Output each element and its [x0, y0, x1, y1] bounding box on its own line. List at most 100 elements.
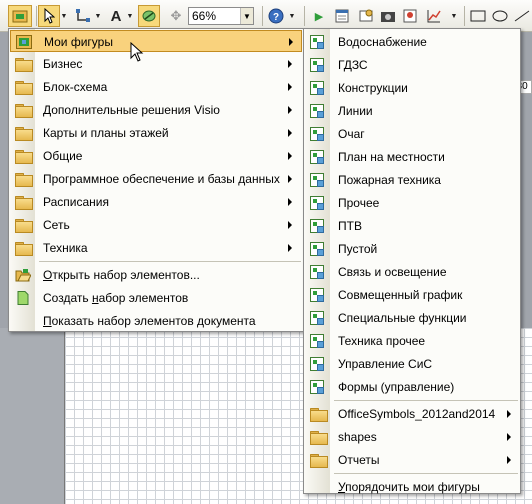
label-part: порядочить мои фигуры: [345, 480, 480, 494]
menu-item-label: Мои фигуры: [44, 35, 113, 49]
menu-item-category[interactable]: Блок-схема: [10, 76, 302, 98]
stencil-icon: [310, 127, 324, 141]
menu-item-category[interactable]: Общие: [10, 145, 302, 167]
ellipse-tool-button[interactable]: [490, 5, 510, 27]
submenu-arrow-icon: [288, 175, 292, 183]
submenu-item-organize-my-shapes[interactable]: Упорядочить мои фигуры: [305, 476, 519, 498]
submenu-item-stencil[interactable]: Формы (управление): [305, 376, 519, 398]
data-button[interactable]: [356, 5, 376, 27]
stencil-icon: [310, 219, 324, 233]
zoom-box[interactable]: 66% ▼: [188, 7, 254, 25]
menu-item-category[interactable]: Дополнительные решения Visio: [10, 99, 302, 121]
pan-button[interactable]: ✥: [166, 5, 186, 27]
ellipse-icon: [492, 10, 508, 22]
report-button[interactable]: [332, 5, 352, 27]
menu-item-label: Сеть: [43, 218, 70, 232]
menu-item-category[interactable]: Сеть: [10, 214, 302, 236]
folder-icon: [310, 454, 328, 468]
connector-dropdown[interactable]: ▼: [94, 5, 102, 27]
submenu-item-label: shapes: [338, 430, 377, 444]
menu-item-category[interactable]: Программное обеспечение и базы данных: [10, 168, 302, 190]
pointer-dropdown[interactable]: ▼: [60, 5, 68, 27]
menu-item-category[interactable]: Карты и планы этажей: [10, 122, 302, 144]
submenu-item-stencil[interactable]: Техника прочее: [305, 330, 519, 352]
menu-item-open-stencil[interactable]: Открыть набор элементов...: [10, 264, 302, 286]
submenu-item-stencil[interactable]: Связь и освещение: [305, 261, 519, 283]
submenu-item-label: OfficeSymbols_2012and2014: [338, 407, 496, 421]
submenu-item-stencil[interactable]: Прочее: [305, 192, 519, 214]
submenu-item-label: Пожарная техника: [338, 173, 441, 187]
picture-button[interactable]: [400, 5, 420, 27]
submenu-arrow-icon: [288, 83, 292, 91]
stencil-icon: [310, 242, 324, 256]
submenu-item-stencil[interactable]: ГДЗС: [305, 54, 519, 76]
submenu-item-stencil[interactable]: ПТВ: [305, 215, 519, 237]
menu-item-category[interactable]: Расписания: [10, 191, 302, 213]
menu-item-category[interactable]: Техника: [10, 237, 302, 259]
folder-icon: [15, 150, 33, 164]
submenu-item-label: Пустой: [338, 242, 378, 256]
pointer-icon: [44, 8, 55, 24]
submenu-item-label: ПТВ: [338, 219, 362, 233]
zoom-dropdown-icon[interactable]: ▼: [240, 8, 253, 24]
submenu-item-label: Водоснабжение: [338, 35, 427, 49]
submenu-item-label: Конструкции: [338, 81, 408, 95]
folder-icon: [15, 219, 33, 233]
submenu-arrow-icon: [288, 221, 292, 229]
line-tool-button[interactable]: [512, 5, 532, 27]
submenu-item-label: Очаг: [338, 127, 365, 141]
stencil-icon: [310, 173, 324, 187]
menu-item-my-shapes[interactable]: Мои фигуры: [10, 30, 302, 52]
label-accelerator: н: [91, 291, 99, 305]
my-shapes-icon: [16, 35, 32, 49]
menu-item-label: Создать набор элементов: [43, 291, 188, 305]
menu-separator: [39, 261, 301, 262]
text-tool-button[interactable]: A: [106, 5, 126, 27]
mouse-cursor-icon: [130, 42, 144, 62]
submenu-item-folder[interactable]: shapes: [305, 426, 519, 448]
toolbar-options-2[interactable]: ▼: [450, 5, 458, 27]
chart-button[interactable]: [424, 5, 444, 27]
menu-item-new-stencil[interactable]: Создать набор элементов: [10, 287, 302, 309]
submenu-item-stencil[interactable]: Совмещенный график: [305, 284, 519, 306]
submenu-item-stencil[interactable]: План на местности: [305, 146, 519, 168]
submenu-arrow-icon: [288, 60, 292, 68]
run-button[interactable]: ▶: [310, 5, 328, 27]
menu-item-category[interactable]: Бизнес: [10, 53, 302, 75]
menu-item-label: Техника: [43, 241, 88, 255]
connector-tool-button[interactable]: [72, 5, 94, 27]
shapes-button[interactable]: [8, 5, 32, 27]
submenu-item-stencil[interactable]: Управление СиС: [305, 353, 519, 375]
data-icon: [359, 9, 373, 22]
help-button[interactable]: ?: [266, 5, 286, 27]
submenu-item-folder[interactable]: Отчеты: [305, 449, 519, 471]
connection-point-button[interactable]: [138, 5, 160, 27]
connection-point-icon: [142, 10, 156, 22]
menu-item-show-document-stencil[interactable]: Показать набор элементов документа: [10, 310, 302, 332]
submenu-item-stencil[interactable]: Пустой: [305, 238, 519, 260]
folder-icon: [15, 127, 33, 141]
photo-button[interactable]: [378, 5, 398, 27]
text-dropdown[interactable]: ▼: [126, 5, 134, 27]
submenu-item-stencil[interactable]: Очаг: [305, 123, 519, 145]
submenu-arrow-icon: [288, 106, 292, 114]
submenu-item-stencil[interactable]: Специальные функции: [305, 307, 519, 329]
submenu-item-stencil[interactable]: Пожарная техника: [305, 169, 519, 191]
pointer-tool-button[interactable]: [38, 5, 60, 27]
submenu-item-label: Связь и освещение: [338, 265, 447, 279]
line-icon: [514, 10, 530, 22]
submenu-item-stencil[interactable]: Конструкции: [305, 77, 519, 99]
stencil-icon: [310, 196, 324, 210]
menu-separator: [334, 400, 518, 401]
submenu-item-stencil[interactable]: Водоснабжение: [305, 31, 519, 53]
submenu-item-folder[interactable]: OfficeSymbols_2012and2014: [305, 403, 519, 425]
rectangle-icon: [470, 10, 486, 22]
menu-item-label: Программное обеспечение и базы данных: [43, 172, 280, 186]
menu-item-label: Открыть набор элементов...: [43, 268, 200, 282]
rectangle-tool-button[interactable]: [468, 5, 488, 27]
label-part: оказать набор элементов документа: [51, 314, 256, 328]
toolbar-options-1[interactable]: ▼: [288, 5, 296, 27]
help-icon: ?: [268, 8, 284, 24]
menu-separator: [334, 473, 518, 474]
submenu-item-stencil[interactable]: Линии: [305, 100, 519, 122]
